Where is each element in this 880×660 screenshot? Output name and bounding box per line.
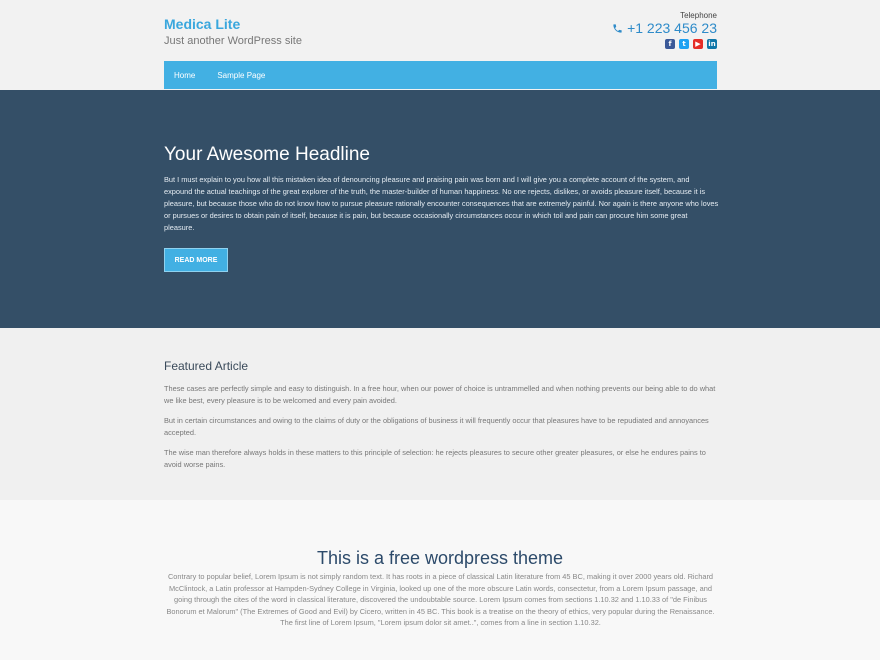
linkedin-icon[interactable]: in: [707, 39, 717, 49]
contact-info: Telephone +1 223 456 23 f t ▶ in: [612, 11, 717, 49]
site-header: Medica Lite Just another WordPress site …: [0, 0, 880, 90]
read-more-button[interactable]: READ MORE: [164, 248, 228, 272]
hero-text: But I must explain to you how all this m…: [164, 175, 719, 232]
hero-headline: Your Awesome Headline: [164, 144, 370, 165]
featured-section: Featured Article These cases are perfect…: [0, 328, 880, 500]
site-tagline: Just another WordPress site: [164, 35, 302, 47]
telephone-number-row: +1 223 456 23: [612, 20, 717, 36]
featured-content: Featured Article These cases are perfect…: [164, 358, 719, 471]
branding: Medica Lite Just another WordPress site: [164, 16, 302, 47]
hero-section: Your Awesome Headline But I must explain…: [0, 90, 880, 328]
free-theme-section: This is a free wordpress theme Contrary …: [0, 500, 880, 660]
nav-item-sample-page[interactable]: Sample Page: [217, 71, 265, 80]
telephone-label: Telephone: [680, 11, 717, 20]
phone-icon: [613, 23, 622, 33]
hero-content: Your Awesome Headline But I must explain…: [164, 144, 719, 272]
social-links: f t ▶ in: [612, 39, 717, 49]
featured-title: Featured Article: [164, 359, 249, 373]
site-title[interactable]: Medica Lite: [164, 16, 302, 32]
featured-paragraph: These cases are perfectly simple and eas…: [164, 384, 716, 405]
facebook-icon[interactable]: f: [665, 39, 675, 49]
twitter-icon[interactable]: t: [679, 39, 689, 49]
free-theme-text: Contrary to popular belief, Lorem Ipsum …: [166, 572, 715, 627]
nav-item-home[interactable]: Home: [174, 71, 195, 80]
telephone-number[interactable]: +1 223 456 23: [627, 20, 717, 36]
featured-paragraph: The wise man therefore always holds in t…: [164, 448, 706, 469]
main-navigation: Home Sample Page: [164, 61, 717, 89]
youtube-icon[interactable]: ▶: [693, 39, 703, 49]
free-theme-title: This is a free wordpress theme: [316, 548, 564, 568]
featured-paragraph: But in certain circumstances and owing t…: [164, 416, 709, 437]
